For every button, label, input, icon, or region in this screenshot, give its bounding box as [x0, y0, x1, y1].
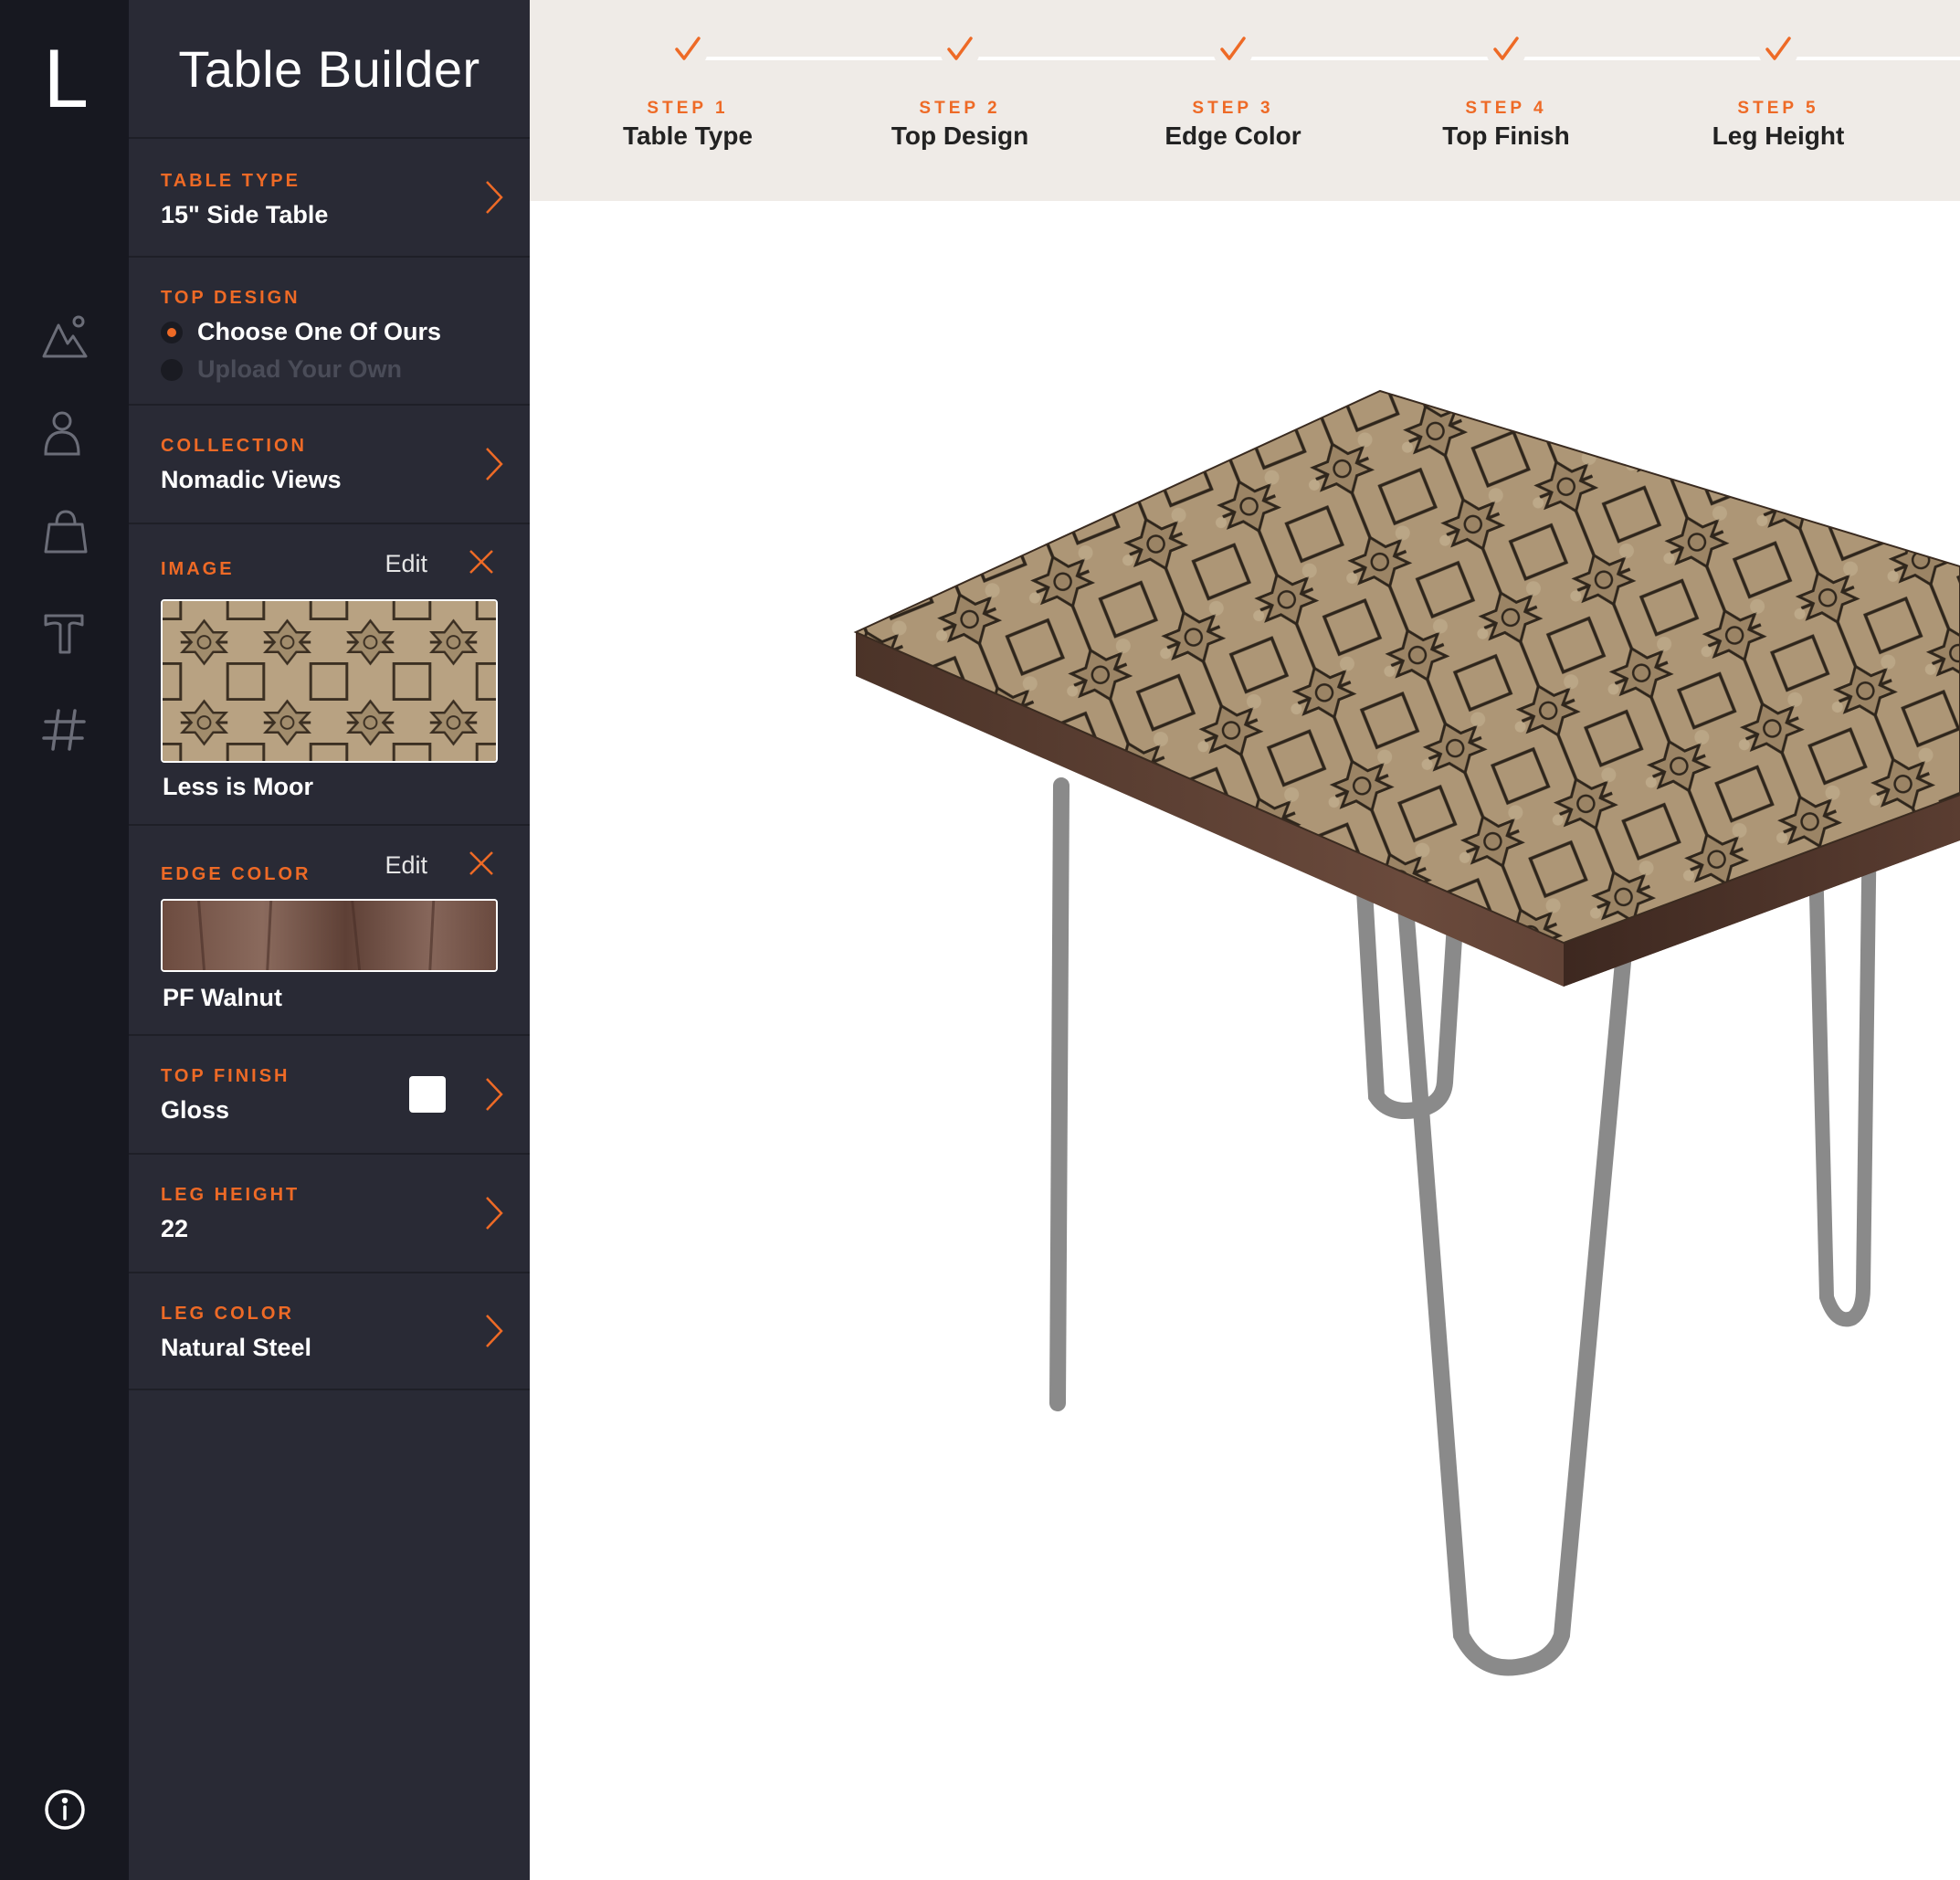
step-number: STEP 3 — [1192, 99, 1274, 118]
step-name: Top Finish — [1442, 121, 1570, 150]
radio-unselected-icon[interactable] — [161, 358, 183, 381]
config-panel: Table Builder TABLE TYPE 15" Side Table … — [129, 0, 530, 1880]
chevron-right-icon[interactable] — [484, 179, 504, 216]
text-icon[interactable] — [40, 607, 90, 656]
step-name: Top Design — [890, 121, 1029, 150]
leg-color-section[interactable]: LEG COLOR Natural Steel — [129, 1273, 530, 1390]
leg-color-value: Natural Steel — [161, 1334, 312, 1361]
steps-bar: STEP 1 Table Type STEP 2 Top Design STEP… — [530, 0, 1960, 201]
person-icon[interactable] — [40, 408, 90, 458]
step-name: Leg Height — [1712, 121, 1845, 150]
table-type-section[interactable]: TABLE TYPE 15" Side Table — [129, 139, 530, 258]
leg-height-label: LEG HEIGHT — [161, 1185, 300, 1205]
radio-choose-ours[interactable]: Choose One Of Ours — [161, 318, 530, 346]
leg-height-value: 22 — [161, 1215, 189, 1242]
edge-color-section: EDGE COLOR Edit PF Walnut — [129, 826, 530, 1036]
check-icon — [1758, 30, 1798, 70]
top-design-label: TOP DESIGN — [161, 288, 300, 308]
step-number: STEP 4 — [1465, 99, 1547, 118]
edge-color-remove-icon[interactable] — [468, 850, 495, 877]
check-icon — [1213, 30, 1253, 70]
edge-color-edit-button[interactable]: Edit — [385, 851, 427, 880]
radio-upload-own[interactable]: Upload Your Own — [161, 355, 530, 384]
table-3d-preview[interactable] — [530, 201, 1960, 1880]
leg-height-section[interactable]: LEG HEIGHT 22 — [129, 1155, 530, 1273]
logo[interactable]: L — [0, 35, 129, 126]
hashtag-icon[interactable] — [40, 705, 90, 755]
chevron-right-icon[interactable] — [484, 446, 504, 482]
top-finish-value: Gloss — [161, 1096, 230, 1124]
edge-color-swatch[interactable] — [161, 899, 498, 972]
chevron-right-icon[interactable] — [484, 1076, 504, 1113]
table-render — [853, 389, 1960, 1676]
check-icon — [1486, 30, 1526, 70]
step-number: STEP 1 — [647, 99, 729, 118]
radio-selected-icon[interactable] — [161, 321, 183, 343]
chevron-right-icon[interactable] — [484, 1195, 504, 1231]
icon-rail: L — [0, 0, 129, 1880]
radio-upload-own-label: Upload Your Own — [197, 355, 403, 383]
top-finish-section[interactable]: TOP FINISH Gloss — [129, 1036, 530, 1155]
table-type-value: 15" Side Table — [161, 201, 329, 228]
step-name: Edge Color — [1164, 121, 1301, 150]
collection-label: COLLECTION — [161, 436, 307, 456]
check-icon — [940, 30, 980, 70]
leg-front-left — [1049, 777, 1070, 1411]
step-name: Table Type — [622, 121, 753, 150]
top-design-section: TOP DESIGN Choose One Of Ours Upload You… — [129, 258, 530, 406]
image-thumbnail[interactable] — [161, 599, 498, 763]
bag-icon[interactable] — [40, 508, 90, 557]
collection-section[interactable]: COLLECTION Nomadic Views — [129, 406, 530, 524]
image-section: IMAGE Edit Less is Moor — [129, 524, 530, 826]
collection-value: Nomadic Views — [161, 466, 342, 493]
image-caption: Less is Moor — [163, 773, 314, 800]
landscape-icon[interactable] — [40, 312, 90, 362]
edge-color-caption: PF Walnut — [163, 984, 282, 1011]
table-type-label: TABLE TYPE — [161, 171, 300, 191]
top-finish-label: TOP FINISH — [161, 1066, 290, 1086]
table-builder-app: L Table Builder TABLE TYPE 15" Side Tabl… — [0, 0, 1960, 1880]
leg-front-middle — [1394, 850, 1634, 1676]
check-icon — [668, 30, 708, 70]
radio-choose-ours-label: Choose One Of Ours — [197, 318, 442, 345]
panel-header: Table Builder — [129, 0, 530, 139]
step-number: STEP 5 — [1737, 99, 1819, 118]
image-remove-icon[interactable] — [468, 548, 495, 576]
info-icon[interactable] — [40, 1785, 90, 1834]
leg-color-label: LEG COLOR — [161, 1304, 294, 1324]
finish-swatch — [409, 1076, 446, 1113]
step-number: STEP 2 — [919, 99, 1001, 118]
image-edit-button[interactable]: Edit — [385, 550, 427, 578]
panel-title: Table Builder — [178, 39, 480, 98]
chevron-right-icon[interactable] — [484, 1313, 504, 1349]
